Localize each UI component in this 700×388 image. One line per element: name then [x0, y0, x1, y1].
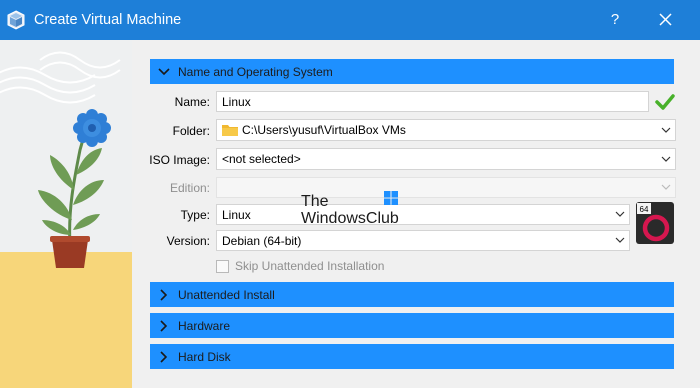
type-combo[interactable]: Linux	[216, 204, 630, 225]
chevron-down-icon[interactable]	[615, 205, 625, 224]
name-value: Linux	[222, 94, 251, 109]
title-bar: Create Virtual Machine ?	[0, 0, 700, 40]
skip-unattended-label: Skip Unattended Installation	[235, 259, 385, 273]
type-value: Linux	[222, 207, 251, 222]
section-label: Hardware	[178, 318, 231, 333]
section-hardware[interactable]: Hardware	[150, 313, 674, 338]
version-combo[interactable]: Debian (64-bit)	[216, 230, 630, 251]
help-button[interactable]: ?	[604, 9, 626, 31]
chevron-down-icon	[661, 178, 671, 197]
section-unattended-install[interactable]: Unattended Install	[150, 282, 674, 307]
valid-check-icon	[655, 94, 675, 110]
folder-label: Folder:	[172, 124, 210, 138]
chevron-right-icon	[150, 344, 178, 369]
close-icon[interactable]	[654, 9, 678, 31]
section-label: Name and Operating System	[178, 64, 333, 79]
name-input[interactable]: Linux	[216, 91, 649, 112]
edition-combo	[216, 177, 676, 198]
window-title: Create Virtual Machine	[34, 12, 182, 28]
iso-combo[interactable]: <not selected>	[216, 148, 676, 170]
wizard-illustration	[0, 40, 132, 388]
skip-unattended-checkbox: Skip Unattended Installation	[216, 259, 384, 273]
version-value: Debian (64-bit)	[222, 233, 302, 248]
watermark-line2: WindowsClub	[301, 210, 399, 227]
virtualbox-app-icon	[7, 10, 25, 30]
chevron-down-icon[interactable]	[661, 120, 671, 140]
iso-label: ISO Image:	[149, 153, 210, 167]
iso-value: <not selected>	[222, 152, 301, 166]
folder-combo[interactable]: C:\Users\yusuf\VirtualBox VMs	[216, 119, 676, 141]
os-bits-text: 64	[640, 205, 649, 214]
chevron-down-icon	[150, 59, 178, 84]
chevron-down-icon[interactable]	[661, 149, 671, 169]
section-hard-disk[interactable]: Hard Disk	[150, 344, 674, 369]
chevron-right-icon	[150, 282, 178, 307]
section-label: Unattended Install	[178, 287, 275, 302]
folder-icon	[222, 125, 238, 136]
name-label: Name:	[174, 95, 210, 109]
debian-os-icon: 64	[636, 202, 674, 244]
folder-value: C:\Users\yusuf\VirtualBox VMs	[242, 123, 406, 137]
wizard-content: Name and Operating System Name: Linux Fo…	[132, 40, 700, 388]
section-name-os[interactable]: Name and Operating System	[150, 59, 674, 84]
chevron-right-icon	[150, 313, 178, 338]
edition-label: Edition:	[169, 181, 210, 195]
version-label: Version:	[166, 234, 210, 248]
checkbox-icon	[216, 259, 229, 273]
type-label: Type:	[180, 208, 210, 222]
chevron-down-icon[interactable]	[615, 231, 625, 250]
windows-logo-icon	[384, 191, 398, 205]
section-label: Hard Disk	[178, 349, 231, 364]
